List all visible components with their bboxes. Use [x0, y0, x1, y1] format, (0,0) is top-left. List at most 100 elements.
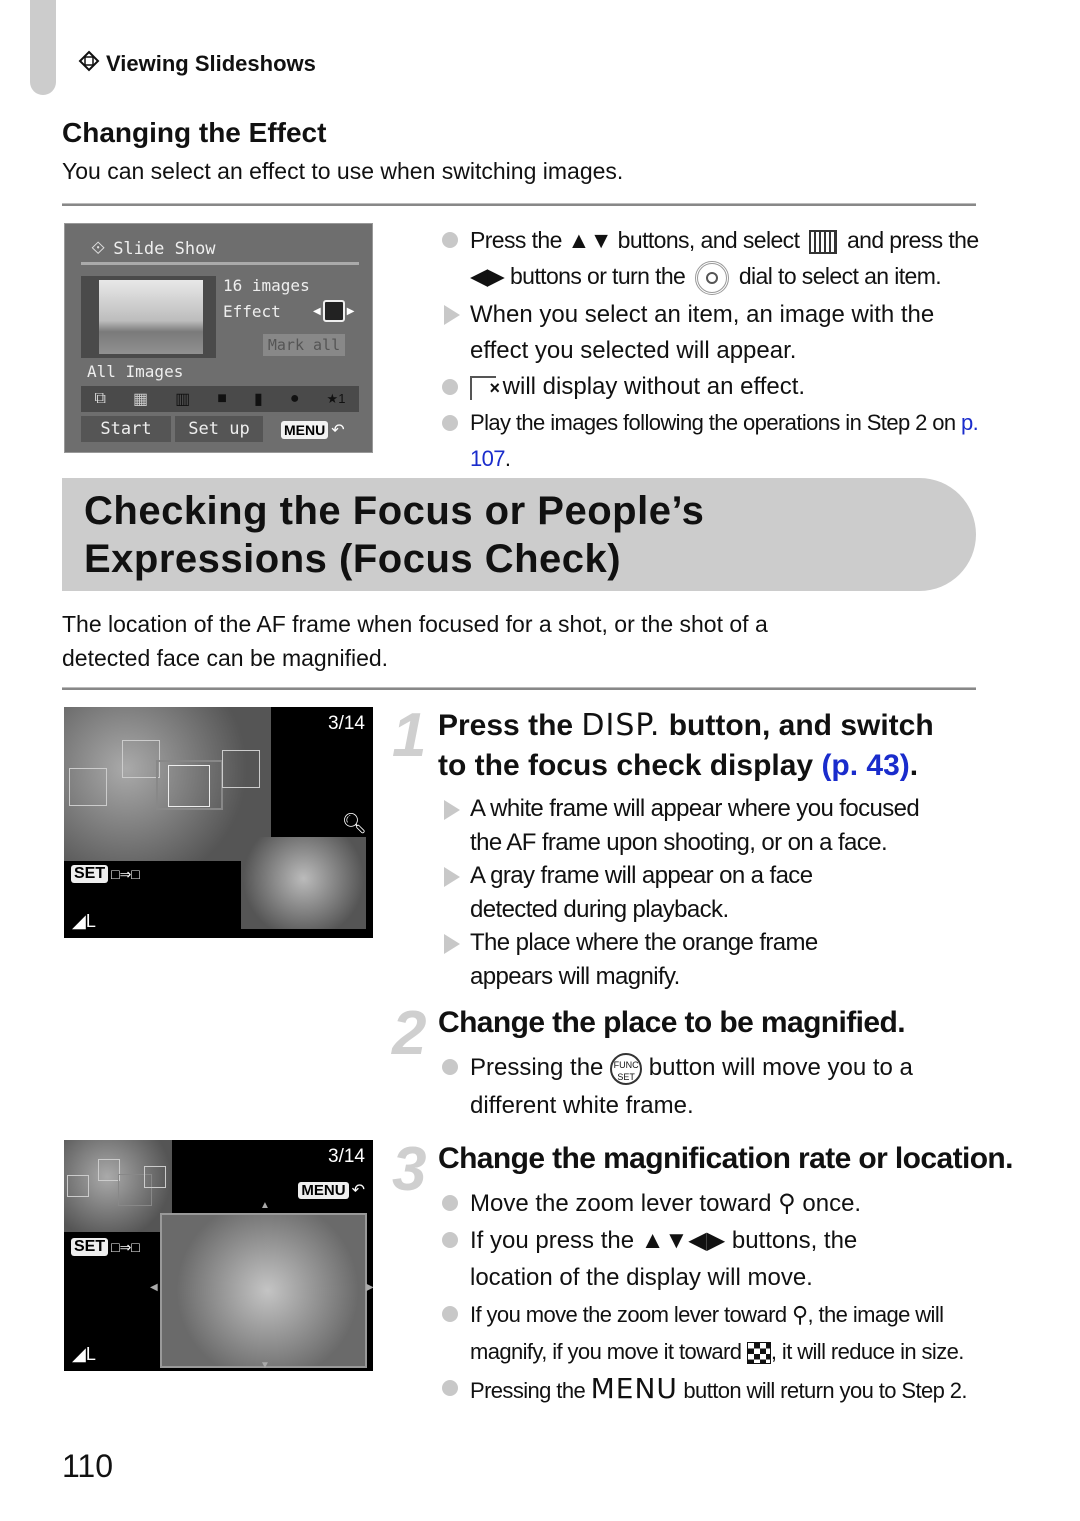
magnify-icon: 🔍︎	[341, 813, 367, 835]
start-button[interactable]: Start	[81, 416, 171, 442]
menu-badge: MENU	[281, 421, 329, 439]
effect-icon	[809, 229, 838, 254]
set-badge: SET	[71, 1238, 109, 1256]
face-frame	[122, 740, 160, 778]
pan-left-icon: ◀	[150, 1282, 158, 1293]
magnified-face	[160, 1213, 367, 1368]
category-label: All Images	[87, 362, 184, 381]
focus-intro: The location of the AF frame when focuse…	[62, 611, 768, 671]
image-size-icon: ◢L	[72, 911, 96, 931]
pan-down-icon: ▼	[260, 1360, 270, 1371]
divider	[62, 203, 976, 206]
set-badge: SET	[71, 865, 109, 883]
mark-all-button[interactable]: Mark all	[263, 334, 345, 356]
effect-icon	[322, 300, 345, 322]
back-icon: ↶	[331, 422, 345, 439]
bullet-white-frame: A white frame will appear where you focu…	[438, 792, 983, 859]
group-photo-thumbnail	[64, 1140, 172, 1232]
face-frame	[168, 765, 210, 807]
effect-bullets: Press the ▲▼ buttons, and select and pre…	[438, 222, 983, 477]
magnified-screen: 3/14 MENU ↶ ▲ ▼ ◀ ▶ SET □⇒□ ◢L	[64, 1140, 373, 1371]
effect-label: Effect	[223, 302, 281, 321]
func-set-icon: FUNC SET	[610, 1052, 643, 1085]
magnify-icon: ⚲	[791, 1302, 808, 1327]
favorites-icon[interactable]: ★1	[327, 391, 346, 407]
face-frame	[144, 1166, 166, 1188]
no-effect-icon: ×	[470, 375, 500, 400]
step-1-title: Press the DISP. button, and switch to th…	[438, 708, 934, 782]
bullet-dot-icon	[442, 1195, 458, 1211]
bullet-press-buttons: Press the ▲▼ buttons, and select and pre…	[438, 222, 983, 295]
image-counter: 3/14	[328, 713, 365, 734]
effect-intro: You can select an effect to use when swi…	[62, 158, 624, 184]
divider	[62, 687, 976, 690]
preview-thumbnail	[81, 276, 216, 358]
bullet-effect-appear: When you select an item, an image with t…	[438, 297, 983, 369]
chapter-tab	[30, 0, 56, 95]
slideshow-icon: ⟐	[91, 238, 106, 258]
menu-button-label: MENU	[590, 1372, 678, 1405]
left-arrow-icon: ◀	[313, 305, 321, 317]
step-number: 2	[392, 999, 427, 1068]
folder-icon[interactable]: ■	[217, 390, 227, 408]
date-icon[interactable]: ▦	[133, 389, 148, 409]
face-frame	[69, 768, 107, 806]
category-icon[interactable]: ▥	[175, 389, 190, 409]
section-label-text: Viewing Slideshows	[106, 51, 316, 76]
all-images-icon[interactable]: ⧉	[95, 390, 106, 408]
bullet-dot-icon	[442, 414, 458, 431]
menu-badge: MENU	[298, 1181, 349, 1199]
arrow-bullet-icon	[444, 304, 460, 325]
camera-icon[interactable]: ●	[290, 390, 300, 408]
bullet-dot-icon	[442, 232, 458, 248]
page-number: 110	[62, 1448, 114, 1484]
pan-up-icon: ▲	[260, 1200, 270, 1211]
bullet-dot-icon	[442, 1380, 458, 1396]
arrow-bullet-icon	[444, 800, 460, 820]
arrow-bullet-icon	[444, 867, 460, 887]
bullet-menu-return: Pressing the MENU button will return you…	[438, 1370, 983, 1409]
category-icon-bar[interactable]: ⧉ ▦ ▥ ■ ▮ ● ★1	[81, 386, 359, 412]
zoomed-face	[241, 837, 366, 929]
bullet-dot-icon	[442, 1232, 458, 1248]
bullet-zoom-once: Move the zoom lever toward ⚲ once.	[438, 1185, 983, 1222]
menu-back-button[interactable]: MENU ↶	[281, 420, 345, 440]
setup-button[interactable]: Set up	[175, 416, 263, 442]
step-3-title: Change the magnification rate or locatio…	[438, 1142, 1013, 1175]
section-label: Viewing Slideshows	[78, 50, 316, 78]
movie-icon[interactable]: ▮	[254, 389, 263, 409]
bullet-func-set: Pressing the FUNC SET button will move yo…	[438, 1049, 983, 1125]
frame-switch-icon: □⇒□	[111, 1238, 140, 1255]
screen-divider	[81, 262, 359, 265]
set-switch-hint: SET □⇒□	[71, 865, 140, 883]
face-frame	[67, 1175, 89, 1197]
pan-right-icon: ▶	[366, 1282, 373, 1293]
step-number: 3	[392, 1135, 427, 1204]
dial-icon	[695, 260, 730, 295]
bullet-no-effect: × will display without an effect.	[438, 369, 983, 405]
bullet-dot-icon	[442, 1306, 458, 1322]
direction-arrows-icon: ▲▼◀▶	[640, 1227, 726, 1254]
step-2-title: Change the place to be magnified.	[438, 1006, 906, 1039]
magnify-icon: ⚲	[778, 1190, 796, 1217]
effect-heading: Changing the Effect	[62, 117, 327, 148]
step-1-bullets: A white frame will appear where you focu…	[438, 792, 983, 993]
section-title: Checking the Focus or People’s Expressio…	[84, 489, 705, 581]
slideshow-screen: ⟐ Slide Show 16 images Effect ◀ ▶ Mark a…	[64, 223, 373, 453]
effect-selector[interactable]: ◀ ▶	[313, 300, 354, 322]
images-count: 16 images	[223, 276, 310, 295]
face-frame	[98, 1159, 120, 1181]
arrow-bullet-icon	[444, 934, 460, 954]
screen-title: ⟐ Slide Show	[91, 238, 216, 259]
disp-button-label: DISP.	[581, 708, 661, 743]
up-down-arrows-icon: ▲▼	[567, 227, 613, 253]
step-number: 1	[392, 701, 427, 770]
bullet-play-images: Play the images following the operations…	[438, 405, 983, 477]
index-icon	[746, 1342, 771, 1365]
left-right-arrows-icon: ◀▶	[470, 263, 505, 289]
step-3-bullets: Move the zoom lever toward ⚲ once. If yo…	[438, 1185, 983, 1409]
page-link-43[interactable]: (p. 43)	[821, 749, 909, 782]
set-switch-hint: SET □⇒□	[71, 1238, 140, 1256]
bullet-orange-frame: The place where the orange frame appears …	[438, 926, 983, 993]
right-arrow-icon: ▶	[346, 305, 355, 317]
